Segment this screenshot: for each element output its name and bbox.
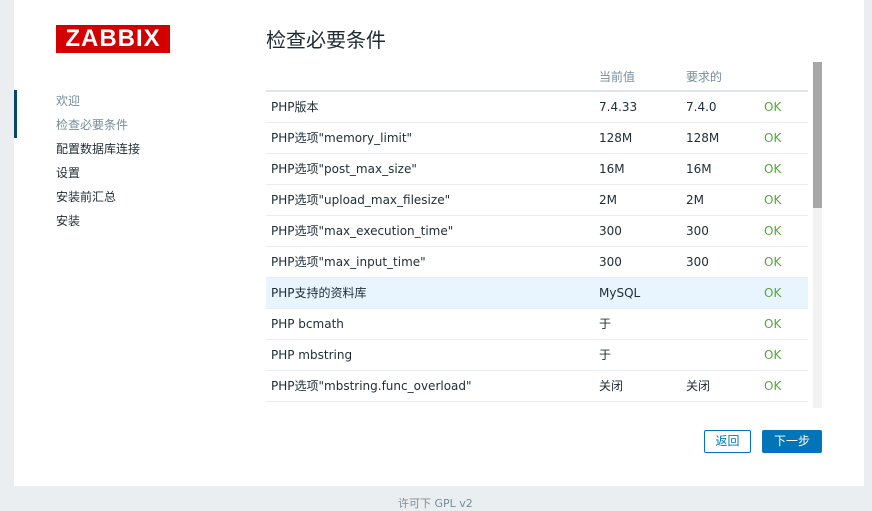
row-name: PHP选项"max_execution_time" [266, 215, 594, 247]
row-name: PHP版本 [266, 91, 594, 123]
row-required [681, 308, 759, 340]
table-row: PHP选项"max_input_time" 300 300 OK [266, 246, 808, 278]
row-required: 300 [681, 246, 759, 278]
step-welcome: 欢迎 [56, 94, 81, 108]
row-current: 关闭 [594, 370, 681, 402]
step-settings: 设置 [56, 166, 81, 180]
table-row: PHP选项"mbstring.func_overload" 关闭 关闭 OK [266, 370, 808, 402]
row-status: OK [759, 277, 808, 309]
row-name: PHP mbstring [266, 339, 594, 371]
zabbix-logo: ZABBIX [56, 25, 170, 53]
row-status: OK [759, 122, 808, 154]
row-name: PHP选项"max_input_time" [266, 246, 594, 278]
table-row: PHP选项"max_execution_time" 300 300 OK [266, 215, 808, 247]
row-current: 16M [594, 153, 681, 185]
row-status: OK [759, 215, 808, 247]
row-name: PHP选项"upload_max_filesize" [266, 184, 594, 216]
table-scrollbar[interactable] [813, 62, 822, 408]
row-required: 300 [681, 215, 759, 247]
header-name [266, 62, 594, 92]
setup-steps: 欢迎 检查必要条件 配置数据库连接 设置 安装前汇总 安装 [56, 91, 140, 235]
scrollbar-thumb[interactable] [813, 62, 822, 208]
prerequisites-table: 当前值 要求的 PHP版本 7.4.33 7.4.0 OK PHP选项"memo… [266, 62, 808, 402]
row-required: 7.4.0 [681, 91, 759, 123]
row-current: 128M [594, 122, 681, 154]
page-title: 检查必要条件 [266, 28, 386, 52]
row-required [681, 277, 759, 309]
step-db-connection: 配置数据库连接 [56, 142, 141, 156]
table-row: PHP选项"upload_max_filesize" 2M 2M OK [266, 184, 808, 216]
row-name: PHP选项"mbstring.func_overload" [266, 370, 594, 402]
header-required: 要求的 [681, 62, 759, 92]
row-current: 2M [594, 184, 681, 216]
setup-panel: ZABBIX 欢迎 检查必要条件 配置数据库连接 设置 安装前汇总 安装 检查必… [14, 0, 864, 486]
license-footer: 许可下 GPL v2 [398, 497, 473, 510]
row-status: OK [759, 308, 808, 340]
row-current: 300 [594, 246, 681, 278]
step-check-prerequisites: 检查必要条件 [56, 118, 129, 132]
row-required [681, 339, 759, 371]
row-name: PHP支持的资料库 [266, 277, 594, 309]
current-step-indicator [14, 90, 17, 138]
table-row: PHP mbstring 于 OK [266, 339, 808, 371]
row-status: OK [759, 370, 808, 402]
table-row: PHP版本 7.4.33 7.4.0 OK [266, 91, 808, 123]
header-current-value: 当前值 [594, 62, 681, 92]
row-required: 2M [681, 184, 759, 216]
row-required: 关闭 [681, 370, 759, 402]
row-current: MySQL [594, 277, 681, 309]
row-status: OK [759, 153, 808, 185]
row-name: PHP选项"memory_limit" [266, 122, 594, 154]
table-row: PHP选项"post_max_size" 16M 16M OK [266, 153, 808, 185]
row-status: OK [759, 91, 808, 123]
row-current: 于 [594, 308, 681, 340]
row-current: 300 [594, 215, 681, 247]
next-step-button[interactable]: 下一步 [762, 430, 822, 453]
step-install: 安装 [56, 214, 81, 228]
table-row: PHP选项"memory_limit" 128M 128M OK [266, 122, 808, 154]
step-pre-install-summary: 安装前汇总 [56, 190, 117, 204]
table-row: PHP bcmath 于 OK [266, 308, 808, 340]
row-status: OK [759, 246, 808, 278]
prerequisites-table-container: 当前值 要求的 PHP版本 7.4.33 7.4.0 OK PHP选项"memo… [266, 62, 808, 408]
row-name: PHP bcmath [266, 308, 594, 340]
table-row-highlighted: PHP支持的资料库 MySQL OK [266, 277, 808, 309]
header-result [759, 62, 808, 92]
row-required: 128M [681, 122, 759, 154]
row-current: 于 [594, 339, 681, 371]
row-required: 16M [681, 153, 759, 185]
row-current: 7.4.33 [594, 91, 681, 123]
back-button[interactable]: 返回 [704, 430, 751, 453]
row-status: OK [759, 184, 808, 216]
row-status: OK [759, 339, 808, 371]
row-name: PHP选项"post_max_size" [266, 153, 594, 185]
table-header-row: 当前值 要求的 [266, 62, 808, 92]
